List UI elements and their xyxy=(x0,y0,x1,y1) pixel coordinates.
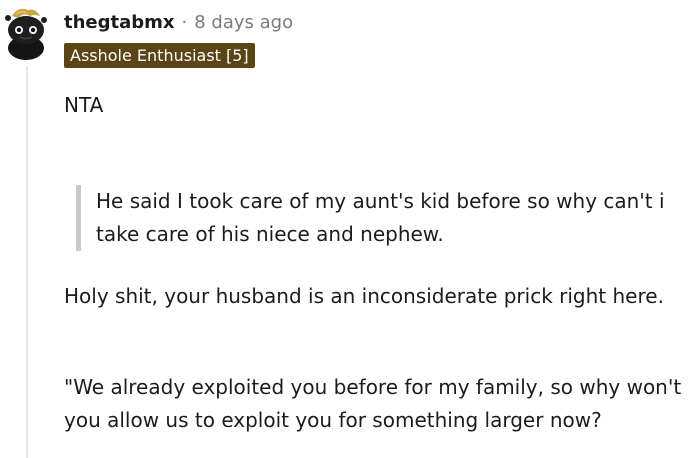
quote-block: He said I took care of my aunt's kid bef… xyxy=(76,185,692,251)
comment: thegtabmx · 8 days ago Asshole Enthusias… xyxy=(0,0,700,458)
comment-paragraph-2: "We already exploited you before for my … xyxy=(64,375,682,432)
comment-paragraph-1: Holy shit, your husband is an inconsider… xyxy=(64,284,664,308)
user-flair: Asshole Enthusiast [5] xyxy=(64,43,255,68)
user-avatar[interactable] xyxy=(4,4,48,60)
meta-separator: · xyxy=(181,12,188,33)
verdict-text: NTA xyxy=(64,93,104,117)
snoo-avatar-icon xyxy=(5,8,47,60)
thread-collapse-line[interactable] xyxy=(26,66,28,458)
comment-header: thegtabmx · 8 days ago xyxy=(64,10,293,36)
username-link[interactable]: thegtabmx xyxy=(64,10,175,36)
timestamp[interactable]: 8 days ago xyxy=(194,10,293,36)
comment-body: NTA xyxy=(64,89,694,122)
